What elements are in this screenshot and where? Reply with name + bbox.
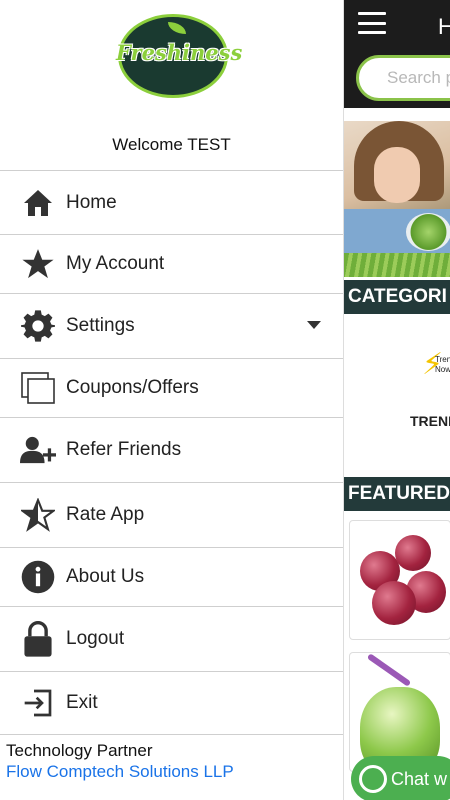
- screen: H Search p CATEGORI ⚡ Tren Now TREND FEA…: [0, 0, 450, 800]
- menu-item-label: Rate App: [66, 504, 145, 525]
- menu-item-label: Settings: [66, 315, 135, 336]
- featured-heading: FEATURED P: [344, 477, 450, 511]
- logo-text: Freshiness: [116, 40, 243, 65]
- menu-item-label: Logout: [66, 628, 125, 649]
- menu-item-rate-app[interactable]: Rate App: [0, 482, 343, 547]
- menu-item-coupons[interactable]: Coupons/Offers: [0, 358, 343, 417]
- exit-icon: [20, 685, 56, 721]
- welcome-text: Welcome TEST: [112, 135, 231, 154]
- app-header: H Search p: [344, 0, 450, 108]
- product-card-onion[interactable]: [349, 520, 450, 640]
- whatsapp-chat-button[interactable]: Chat w: [351, 756, 450, 800]
- chevron-down-icon[interactable]: [307, 321, 321, 329]
- menu-item-refer-friends[interactable]: Refer Friends: [0, 417, 343, 482]
- star-outline-icon: [20, 497, 56, 533]
- app-title: H: [438, 14, 450, 39]
- menu-item-exit[interactable]: Exit: [0, 671, 343, 735]
- drawer-menu: Home My Account Settings Coupons/Offers …: [0, 170, 343, 735]
- search-input[interactable]: Search p: [356, 55, 450, 101]
- technology-partner-label: Technology Partner: [6, 741, 153, 760]
- menu-item-label: My Account: [66, 253, 165, 274]
- menu-item-label: Home: [66, 191, 117, 213]
- promo-banner-image[interactable]: [344, 121, 450, 277]
- product-card-coconut[interactable]: [349, 652, 450, 772]
- categories-heading: CATEGORI: [344, 280, 450, 314]
- add-user-icon: [20, 432, 56, 468]
- menu-item-settings[interactable]: Settings: [0, 293, 343, 358]
- star-icon: [20, 246, 56, 282]
- home-icon: [20, 185, 56, 221]
- menu-item-label: About Us: [66, 566, 145, 587]
- menu-icon[interactable]: [358, 12, 386, 34]
- background-app: H Search p CATEGORI ⚡ Tren Now TREND FEA…: [343, 0, 450, 800]
- menu-item-home[interactable]: Home: [0, 170, 343, 234]
- menu-item-logout[interactable]: Logout: [0, 606, 343, 671]
- menu-item-label: Coupons/Offers: [66, 377, 199, 398]
- navigation-drawer: Freshiness Welcome TEST Home My Account: [0, 0, 343, 800]
- trending-icon[interactable]: ⚡ Tren Now: [422, 346, 450, 386]
- category-trending-label[interactable]: TREND: [410, 413, 450, 429]
- copy-icon: [20, 370, 56, 406]
- whatsapp-icon: [359, 765, 387, 793]
- menu-item-about-us[interactable]: About Us: [0, 547, 343, 606]
- menu-item-label: Refer Friends: [66, 439, 182, 460]
- menu-item-my-account[interactable]: My Account: [0, 234, 343, 293]
- info-icon: [20, 559, 56, 595]
- partner-link[interactable]: Flow Comptech Solutions LLP: [6, 762, 234, 782]
- brand-logo: Freshiness: [116, 14, 243, 98]
- trending-icon-text: Tren Now: [435, 355, 450, 374]
- chat-label: Chat w: [391, 769, 448, 789]
- menu-item-label: Exit: [66, 692, 98, 713]
- gear-icon: [20, 308, 56, 344]
- lock-icon: [20, 621, 56, 657]
